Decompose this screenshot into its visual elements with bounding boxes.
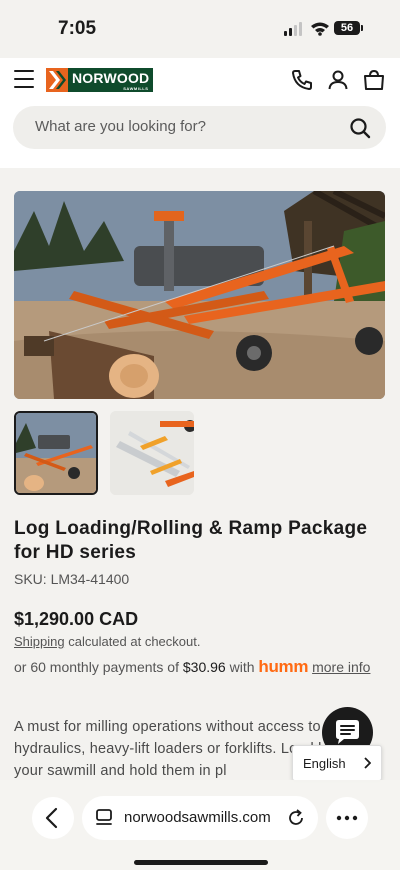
url-text: norwoodsawmills.com	[124, 809, 271, 826]
cellular-signal-icon	[284, 22, 302, 36]
language-selector[interactable]: English	[292, 745, 382, 781]
product-price: $1,290.00 CAD	[14, 609, 139, 629]
shipping-text: calculated at checkout.	[64, 634, 201, 649]
battery-icon: 56	[334, 21, 360, 35]
logo-text: NORWOOD SAWMILLS	[68, 68, 154, 92]
tabs-icon[interactable]	[95, 808, 113, 828]
status-bar: 7:05 56	[0, 0, 400, 58]
account-icon[interactable]	[326, 68, 350, 92]
more-info-link[interactable]: more info	[312, 659, 370, 675]
product-thumbnail-2[interactable]	[110, 411, 194, 495]
address-bar[interactable]: norwoodsawmills.com	[82, 796, 318, 840]
back-button[interactable]	[32, 797, 74, 839]
brand-logo[interactable]: NORWOOD SAWMILLS	[46, 68, 154, 92]
battery-cap	[361, 25, 363, 31]
shipping-note: Shipping calculated at checkout.	[14, 634, 200, 649]
browser-toolbar: norwoodsawmills.com	[0, 780, 400, 870]
chevron-right-icon	[364, 757, 371, 769]
payments-with: with	[225, 659, 259, 675]
logo-mark	[46, 68, 68, 92]
shipping-link[interactable]: Shipping	[14, 634, 65, 649]
payments-amount: $30.96	[182, 659, 226, 675]
home-indicator	[134, 860, 268, 865]
chevron-left-icon	[45, 807, 58, 829]
wifi-icon	[311, 22, 329, 36]
site-header: NORWOOD SAWMILLS What are you looking fo…	[0, 58, 400, 168]
humm-brand: humm	[258, 657, 309, 676]
brand-sub: SAWMILLS	[123, 86, 149, 91]
search-input[interactable]: What are you looking for?	[13, 106, 386, 149]
payment-plan: or 60 monthly payments of $30.96 with hu…	[14, 656, 386, 678]
status-time: 7:05	[58, 18, 97, 39]
menu-icon[interactable]	[14, 70, 34, 88]
humm-logo: humm	[258, 657, 308, 676]
language-label: English	[303, 756, 346, 771]
more-icon	[336, 815, 358, 821]
more-options-button[interactable]	[326, 797, 368, 839]
product-title: Log Loading/Rolling & Ramp Package for H…	[14, 518, 368, 563]
product-main-image[interactable]	[14, 191, 385, 399]
payments-prefix: or 60 monthly payments of	[14, 659, 183, 675]
cart-icon[interactable]	[362, 68, 386, 92]
reload-icon[interactable]	[286, 808, 306, 828]
product-thumbnail-1[interactable]	[14, 411, 98, 495]
phone-icon[interactable]	[290, 68, 314, 92]
brand-name: NORWOOD	[72, 70, 150, 86]
search-placeholder: What are you looking for?	[35, 118, 206, 135]
search-icon[interactable]	[348, 116, 372, 140]
product-sku: SKU: LM34-41400	[14, 571, 130, 587]
